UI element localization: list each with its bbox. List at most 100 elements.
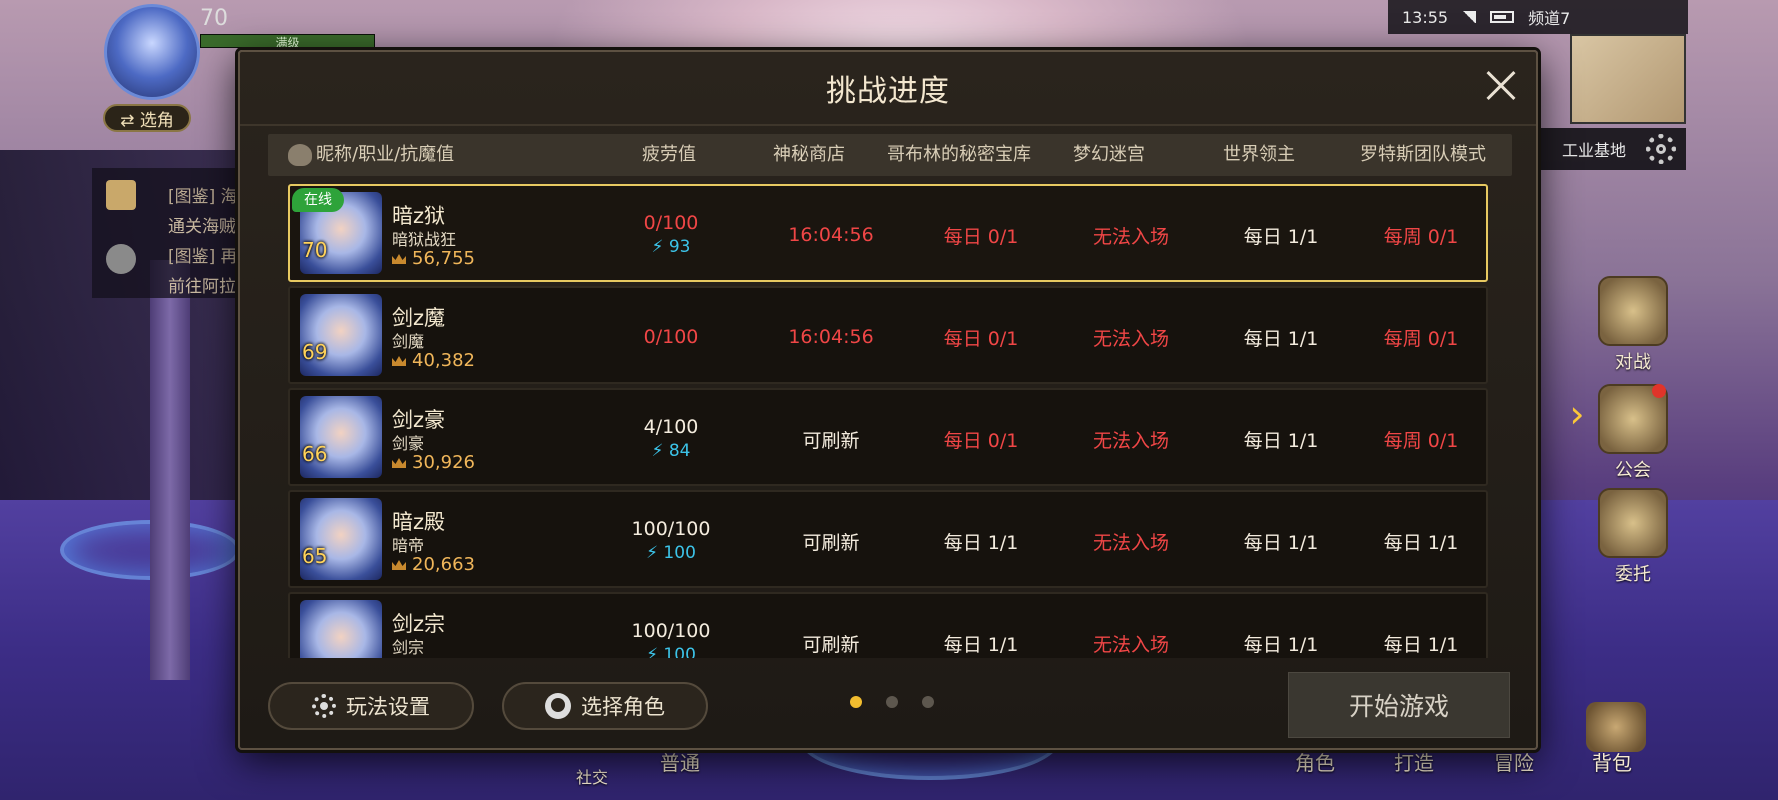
scroll-icon: [106, 180, 136, 210]
anti-magic-value: 56,755: [392, 248, 475, 269]
crossed-swords-icon: [1598, 276, 1668, 346]
column-header: 昵称/职业/抗魔值: [316, 144, 455, 165]
shop-cell: 16:04:56: [788, 224, 874, 246]
close-button[interactable]: [1480, 66, 1520, 106]
character-row[interactable]: 69 剑z魔 剑魔 40,382 0/100 16:04:56 每日 0/1 无法入场 每日 1…: [288, 286, 1488, 384]
crown-icon: [392, 356, 406, 366]
dream-maze-cell: 无法入场: [1092, 327, 1169, 350]
bottom-menu-normal[interactable]: 普通: [660, 747, 700, 776]
fatigue-cell: 100/100 ⚡ 100: [606, 492, 736, 590]
character-row[interactable]: 70 在线 暗z狱 暗狱战狂 56,755 0/100 ⚡ 93 16:04:56 每日 0/1…: [288, 184, 1488, 282]
bottom-menu-bag[interactable]: 背包: [1592, 747, 1632, 776]
fatigue-value: 100/100: [631, 518, 711, 540]
fatigue-value: 100/100: [631, 620, 711, 642]
fatigue-value: 0/100: [643, 326, 699, 348]
start-game-button[interactable]: 开始游戏: [1288, 672, 1510, 738]
page-dot[interactable]: [850, 696, 862, 708]
anti-magic-value: 40,382: [392, 350, 475, 371]
character-level: 65: [302, 544, 328, 568]
board-icon: [1598, 488, 1668, 558]
goblin-vault-cell: 每日 0/1: [943, 225, 1019, 248]
dream-maze-cell: 无法入场: [1092, 429, 1169, 452]
dream-maze-cell: 无法入场: [1092, 531, 1169, 554]
character-row[interactable]: 66 剑z豪 剑豪 30,926 4/100 ⚡ 84 可刷新 每日 0/1 无法入场 每日 1/…: [288, 388, 1488, 486]
bonus-fatigue: ⚡ 100: [646, 645, 696, 658]
settings-gear-icon[interactable]: [1646, 134, 1676, 164]
dream-maze-cell: 无法入场: [1092, 633, 1169, 656]
character-list[interactable]: 70 在线 暗z狱 暗狱战狂 56,755 0/100 ⚡ 93 16:04:56 每日 0/1…: [268, 184, 1512, 658]
crown-icon: [392, 458, 406, 468]
lotus-raid-cell: 每周 0/1: [1383, 225, 1459, 248]
side-menu-label: 委托: [1615, 564, 1651, 585]
minimap[interactable]: [1570, 34, 1686, 124]
button-label: 选择角色: [581, 695, 665, 719]
online-badge: 在线: [292, 188, 344, 212]
status-bar: 13:55 频道7: [1388, 0, 1688, 34]
bottom-menu-adventure[interactable]: 冒险: [1494, 747, 1534, 776]
bonus-fatigue: ⚡ 100: [646, 543, 696, 563]
world-lord-cell: 每日 1/1: [1243, 327, 1319, 350]
character-silhouette-icon: [288, 144, 312, 166]
anti-magic-value: 20,663: [392, 554, 475, 575]
column-header: 罗特斯团队模式: [1360, 144, 1486, 165]
shop-cell: 可刷新: [802, 429, 860, 452]
shop-cell: 可刷新: [802, 531, 860, 554]
character-icon: [545, 693, 571, 719]
bottom-menu-character[interactable]: 角色: [1295, 747, 1335, 776]
next-page-arrow-icon[interactable]: ›: [1561, 394, 1593, 434]
shop-cell: 16:04:56: [788, 326, 874, 348]
character-job: 暗帝: [392, 536, 425, 555]
fatigue-cell: 0/100 ⚡ 93: [606, 186, 736, 284]
column-header: 神秘商店: [773, 144, 845, 165]
fatigue-cell: 100/100 ⚡ 100: [606, 594, 736, 658]
bottom-menu-forge[interactable]: 打造: [1394, 747, 1434, 776]
character-row[interactable]: 65 暗z殿 暗帝 20,663 100/100 ⚡ 100 可刷新 每日 1/1 无法入场 每日…: [288, 490, 1488, 588]
character-level: 69: [302, 340, 328, 364]
exp-bar: 满级: [200, 34, 375, 50]
player-avatar[interactable]: [104, 4, 200, 100]
channel-label[interactable]: 频道7: [1528, 5, 1570, 29]
side-menu-battle[interactable]: 对战: [1588, 276, 1678, 374]
bottom-menu-social[interactable]: 社交: [576, 764, 608, 788]
group-icon: [106, 244, 136, 274]
side-menu-commission[interactable]: 委托: [1588, 488, 1678, 586]
shop-cell: 可刷新: [802, 633, 860, 656]
lotus-raid-cell: 每日 1/1: [1383, 633, 1459, 656]
column-header: 世界领主: [1223, 144, 1295, 165]
goblin-vault-cell: 每日 0/1: [943, 327, 1019, 350]
column-header: 哥布林的秘密宝库: [887, 144, 1031, 165]
anti-magic-number: 56,755: [412, 248, 475, 269]
column-header: 梦幻迷宫: [1073, 144, 1145, 165]
goblin-vault-cell: 每日 1/1: [943, 531, 1019, 554]
character-job: 剑宗: [392, 638, 425, 657]
bonus-fatigue: ⚡ 93: [651, 237, 691, 257]
crown-icon: [392, 560, 406, 570]
dream-maze-cell: 无法入场: [1092, 225, 1169, 248]
lotus-raid-cell: 每日 1/1: [1383, 531, 1459, 554]
character-row[interactable]: 剑z宗 剑宗 100/100 ⚡ 100 可刷新 每日 1/1 无法入场 每日 1/1 每日 1…: [288, 592, 1488, 658]
signal-icon: [1462, 11, 1477, 23]
world-lord-cell: 每日 1/1: [1243, 225, 1319, 248]
bag-icon[interactable]: [1586, 702, 1646, 752]
challenge-progress-dialog: 挑战进度 昵称/职业/抗魔值 疲劳值 神秘商店 哥布林的秘密宝库 梦幻迷宫 世界…: [238, 50, 1538, 750]
switch-character-button[interactable]: ⇄ 选角: [103, 104, 191, 132]
character-level: 66: [302, 442, 328, 466]
gameplay-settings-button[interactable]: 玩法设置: [268, 682, 474, 730]
character-job: 暗狱战狂: [392, 230, 457, 249]
page-indicator: [850, 696, 934, 708]
page-dot[interactable]: [886, 696, 898, 708]
battery-icon: [1490, 11, 1515, 23]
pillar: [150, 260, 190, 680]
table-header: 昵称/职业/抗魔值 疲劳值 神秘商店 哥布林的秘密宝库 梦幻迷宫 世界领主 罗特…: [268, 134, 1512, 176]
side-menu-guild[interactable]: 公会: [1588, 384, 1678, 482]
anti-magic-number: 40,382: [412, 350, 475, 371]
clock: 13:55: [1402, 7, 1449, 27]
page-dot[interactable]: [922, 696, 934, 708]
world-lord-cell: 每日 1/1: [1243, 531, 1319, 554]
lotus-raid-cell: 每周 0/1: [1383, 429, 1459, 452]
fatigue-cell: 4/100 ⚡ 84: [606, 390, 736, 488]
select-character-button[interactable]: 选择角色: [502, 682, 708, 730]
notification-dot: [1652, 384, 1666, 398]
bonus-fatigue: ⚡ 84: [651, 441, 691, 461]
dialog-title: 挑战进度: [826, 74, 950, 109]
